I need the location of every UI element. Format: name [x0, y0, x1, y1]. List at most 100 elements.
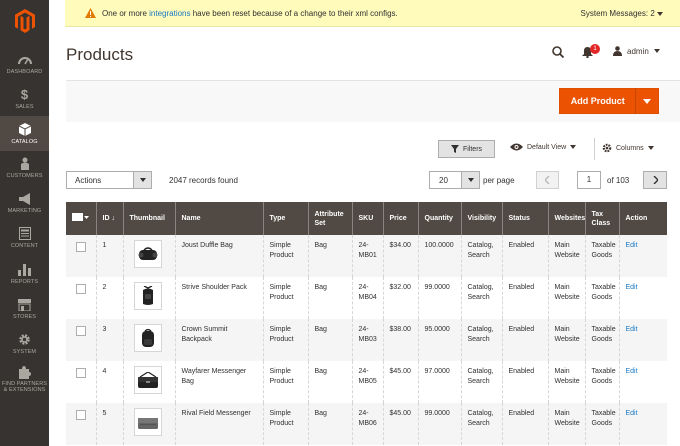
cell-price: $45.00 [382, 403, 418, 445]
admin-sidebar: DASHBOARD $ SALES CATALOG CUSTOMERS MARK… [0, 0, 49, 446]
action-cell: Edit [618, 235, 667, 277]
sidebar-item-catalog[interactable]: CATALOG [0, 116, 49, 151]
edit-link[interactable]: Edit [626, 368, 638, 375]
table-row[interactable]: 1 Joust Duffle Bag Simple Product Bag 24-MB0… [66, 235, 667, 277]
magento-logo[interactable] [0, 0, 49, 42]
sidebar-item-reports[interactable]: REPORTS [0, 256, 49, 291]
previous-page-button[interactable] [536, 171, 559, 189]
add-product-button[interactable]: Add Product [559, 88, 659, 114]
cell-sku: 24-MB04 [351, 277, 383, 319]
column-header-id[interactable]: ID ↓ [95, 202, 123, 235]
chevron-down-icon [653, 49, 660, 53]
current-page-input[interactable]: 1 [577, 171, 601, 189]
chevron-down-icon [467, 178, 474, 182]
column-header-attribute-set[interactable]: Attribute Set [307, 202, 352, 235]
row-checkbox-cell [66, 403, 96, 445]
cell-type: Simple Product [262, 319, 308, 361]
table-row[interactable]: 5 Rival Field Messenger Simple Product Bag 2… [66, 403, 667, 445]
product-thumbnail[interactable] [133, 408, 162, 436]
column-header-tax-class[interactable]: Tax Class [584, 202, 619, 235]
row-checkbox[interactable] [76, 326, 86, 336]
chevron-down-icon [139, 178, 146, 182]
column-header-quantity[interactable]: Quantity [417, 202, 461, 235]
per-page-select[interactable]: 20 [429, 171, 480, 189]
row-checkbox[interactable] [76, 368, 86, 378]
page-title: Products [66, 45, 134, 64]
edit-link[interactable]: Edit [626, 242, 638, 249]
puzzle-icon [18, 365, 31, 379]
cell-status: Enabled [501, 361, 548, 403]
cell-sku: 24-MB05 [351, 361, 383, 403]
cell-quantity: 99.0000 [417, 277, 461, 319]
integrations-link[interactable]: integrations [149, 9, 190, 18]
row-checkbox[interactable] [76, 284, 86, 294]
cell-name: Rival Field Messenger [174, 403, 263, 445]
chevron-down-icon [643, 98, 652, 104]
sidebar-item-content[interactable]: CONTENT [0, 220, 49, 255]
megaphone-icon [18, 192, 32, 206]
filters-button[interactable]: Filters [438, 140, 495, 158]
cell-price: $32.00 [382, 277, 418, 319]
sidebar-item-marketing[interactable]: MARKETING [0, 185, 49, 220]
column-header-visibility[interactable]: Visibility [460, 202, 502, 235]
product-thumbnail[interactable] [133, 240, 162, 268]
per-page-label: per page [483, 176, 515, 185]
mass-actions-select[interactable]: Actions [66, 171, 152, 189]
chevron-down-icon [570, 145, 577, 149]
table-row[interactable]: 4 Wayfarer Messenger Bag Simple Product Bag… [66, 361, 667, 403]
search-icon[interactable] [552, 46, 564, 58]
cell-status: Enabled [501, 403, 548, 445]
product-thumbnail[interactable] [133, 366, 162, 394]
column-header-price[interactable]: Price [382, 202, 418, 235]
cell-id: 2 [95, 277, 123, 319]
column-header-type[interactable]: Type [262, 202, 308, 235]
select-all-checkbox[interactable] [66, 202, 96, 235]
add-product-dropdown-toggle[interactable] [636, 98, 658, 104]
table-row[interactable]: 2 Strive Shoulder Pack Simple Product Bag 24… [66, 277, 667, 319]
cell-type: Simple Product [262, 361, 308, 403]
action-cell: Edit [618, 277, 667, 319]
cell-price: $45.00 [382, 361, 418, 403]
cell-visibility: Catalog, Search [460, 277, 502, 319]
cell-id: 1 [95, 235, 123, 277]
edit-link[interactable]: Edit [626, 326, 638, 333]
view-selector[interactable]: Default View [510, 143, 577, 151]
admin-user-menu[interactable]: admin [613, 46, 660, 56]
chevron-down-icon [647, 146, 654, 150]
cell-attribute-set: Bag [307, 277, 352, 319]
column-header-websites[interactable]: Websites [547, 202, 585, 235]
sidebar-item-find-partners[interactable]: FIND PARTNERS & EXTENSIONS [0, 361, 49, 397]
sidebar-item-system[interactable]: SYSTEM [0, 326, 49, 361]
row-checkbox[interactable] [76, 410, 86, 420]
row-checkbox-cell [66, 361, 96, 403]
cell-sku: 24-MB03 [351, 319, 383, 361]
sidebar-item-sales[interactable]: $ SALES [0, 81, 49, 116]
edit-link[interactable]: Edit [626, 410, 638, 417]
column-header-sku[interactable]: SKU [351, 202, 383, 235]
columns-selector[interactable]: Columns [602, 143, 654, 153]
column-header-status[interactable]: Status [501, 202, 548, 235]
column-header-name[interactable]: Name [174, 202, 263, 235]
table-row[interactable]: 3 Crown Summit Backpack Simple Product Bag 2… [66, 319, 667, 361]
row-checkbox[interactable] [76, 242, 86, 252]
chevron-down-icon [84, 215, 89, 219]
catalog-cube-icon [18, 123, 31, 137]
sidebar-item-stores[interactable]: STORES [0, 291, 49, 326]
cell-type: Simple Product [262, 403, 308, 445]
edit-link[interactable]: Edit [626, 284, 638, 291]
column-header-thumbnail[interactable]: Thumbnail [122, 202, 175, 235]
cell-tax-class: Taxable Goods [584, 403, 619, 445]
product-thumbnail[interactable] [133, 324, 162, 352]
toolbar-divider [594, 138, 595, 160]
grid-header-row: ID ↓ Thumbnail Name Type Attribute Set S… [66, 202, 667, 235]
cell-type: Simple Product [262, 277, 308, 319]
cell-status: Enabled [501, 277, 548, 319]
cell-attribute-set: Bag [307, 403, 352, 445]
sidebar-item-dashboard[interactable]: DASHBOARD [0, 46, 49, 81]
sort-arrow-icon: ↓ [111, 215, 115, 222]
system-messages-toggle[interactable]: System Messages: 2 [581, 9, 663, 18]
product-thumbnail[interactable] [133, 282, 162, 310]
cell-id: 3 [95, 319, 123, 361]
next-page-button[interactable] [643, 171, 667, 189]
sidebar-item-customers[interactable]: CUSTOMERS [0, 150, 49, 185]
